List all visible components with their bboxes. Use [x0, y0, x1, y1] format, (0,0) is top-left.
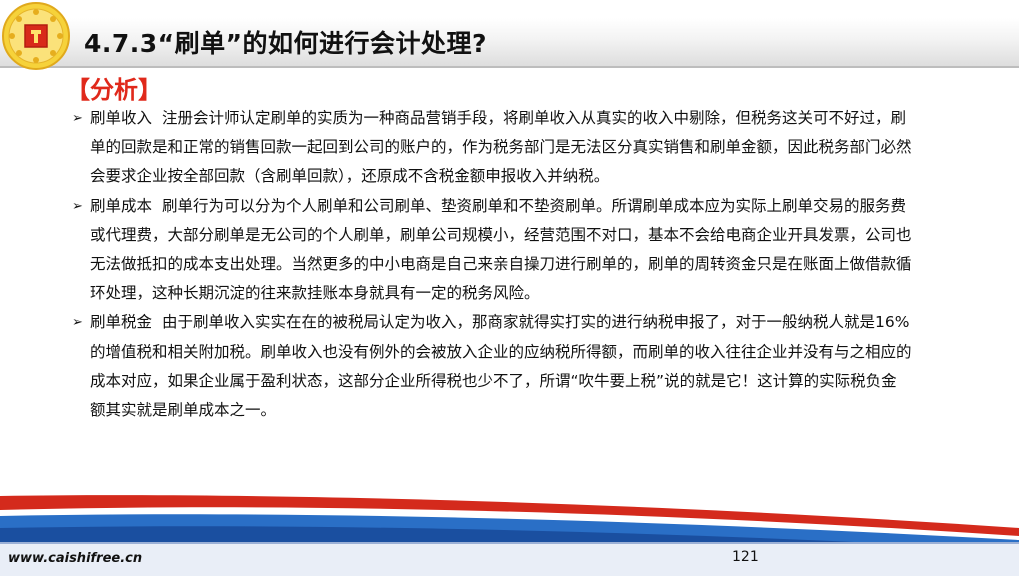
list-item: ➢ 刷单收入 注册会计师认定刷单的实质为一种商品营销手段，将刷单收入从真实的收入中… [72, 104, 912, 192]
footer-wave-banner [0, 495, 1019, 576]
bullet-text: 刷单行为可以分为个人刷单和公司刷单、垫资刷单和不垫资刷单。所谓刷单成本应为实际上… [90, 196, 912, 303]
bullet-text: 注册会计师认定刷单的实质为一种商品营销手段，将刷单收入从真实的收入中剔除，但税务… [90, 109, 912, 186]
content-list: ➢ 刷单收入 注册会计师认定刷单的实质为一种商品营销手段，将刷单收入从真实的收入中… [72, 104, 912, 425]
page-number: 121 [732, 549, 759, 565]
bullet-heading: 刷单收入 [90, 109, 153, 127]
bullet-heading: 刷单成本 [90, 196, 153, 215]
bullet-text: 由于刷单收入实实在在的被税局认定为收入，那商家就得实打实的进行纳税申报了，对于一… [90, 313, 912, 420]
bullet-arrow-icon: ➢ [72, 315, 83, 331]
list-item: ➢ 刷单税金 由于刷单收入实实在在的被税局认定为收入，那商家就得实打实的进行纳税申… [72, 308, 912, 425]
bullet-heading: 刷单税金 [90, 313, 153, 332]
company-logo [2, 2, 70, 70]
list-item: ➢ 刷单成本 刷单行为可以分为个人刷单和公司刷单、垫资刷单和不垫资刷单。所谓刷单成… [72, 192, 912, 309]
bullet-arrow-icon: ➢ [72, 111, 83, 126]
website-url: www.caishifree.cn [8, 551, 143, 566]
bullet-arrow-icon: ➢ [72, 198, 83, 214]
section-heading: 【分析】 [66, 76, 162, 104]
slide-title: 4.7.3“刷单”的如何进行会计处理? [84, 29, 488, 58]
